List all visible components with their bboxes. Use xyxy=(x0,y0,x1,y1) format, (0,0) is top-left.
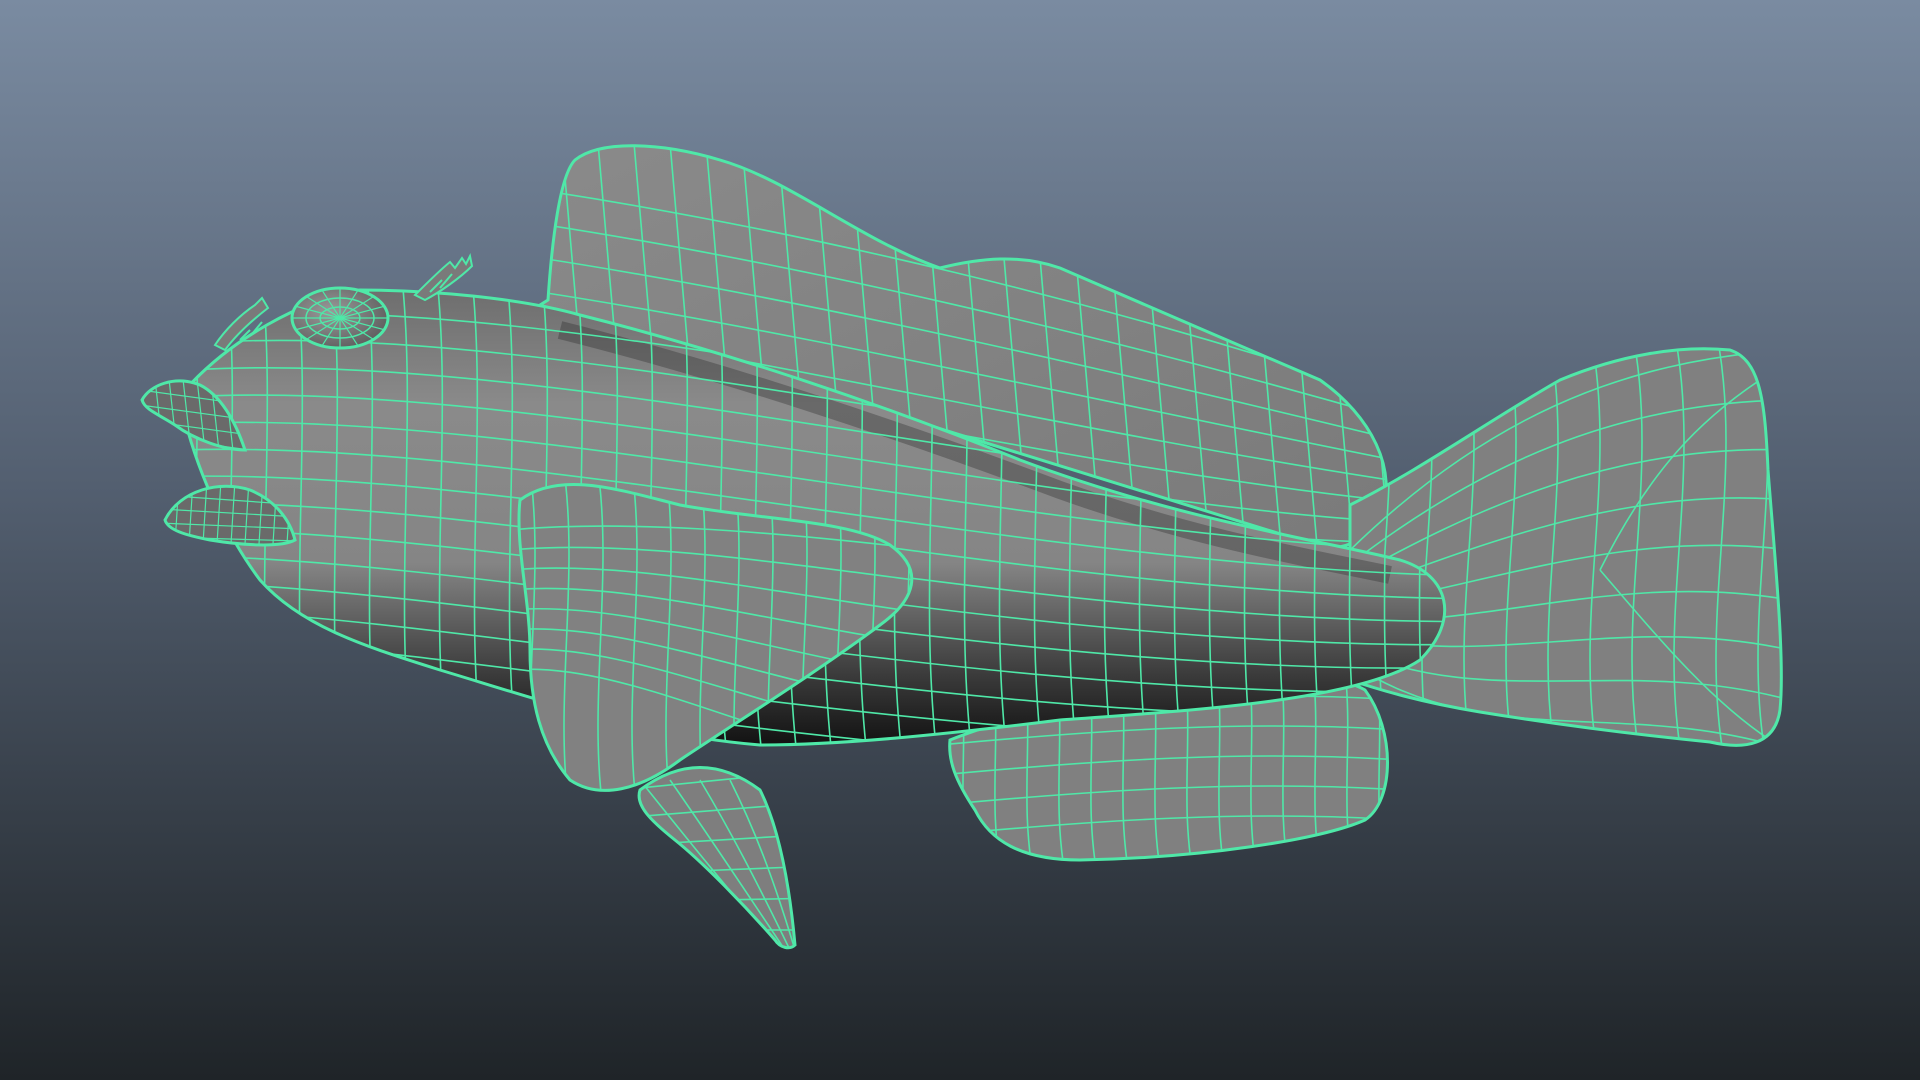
3d-viewport[interactable] xyxy=(0,0,1920,1080)
viewport-canvas[interactable] xyxy=(0,0,1920,1080)
